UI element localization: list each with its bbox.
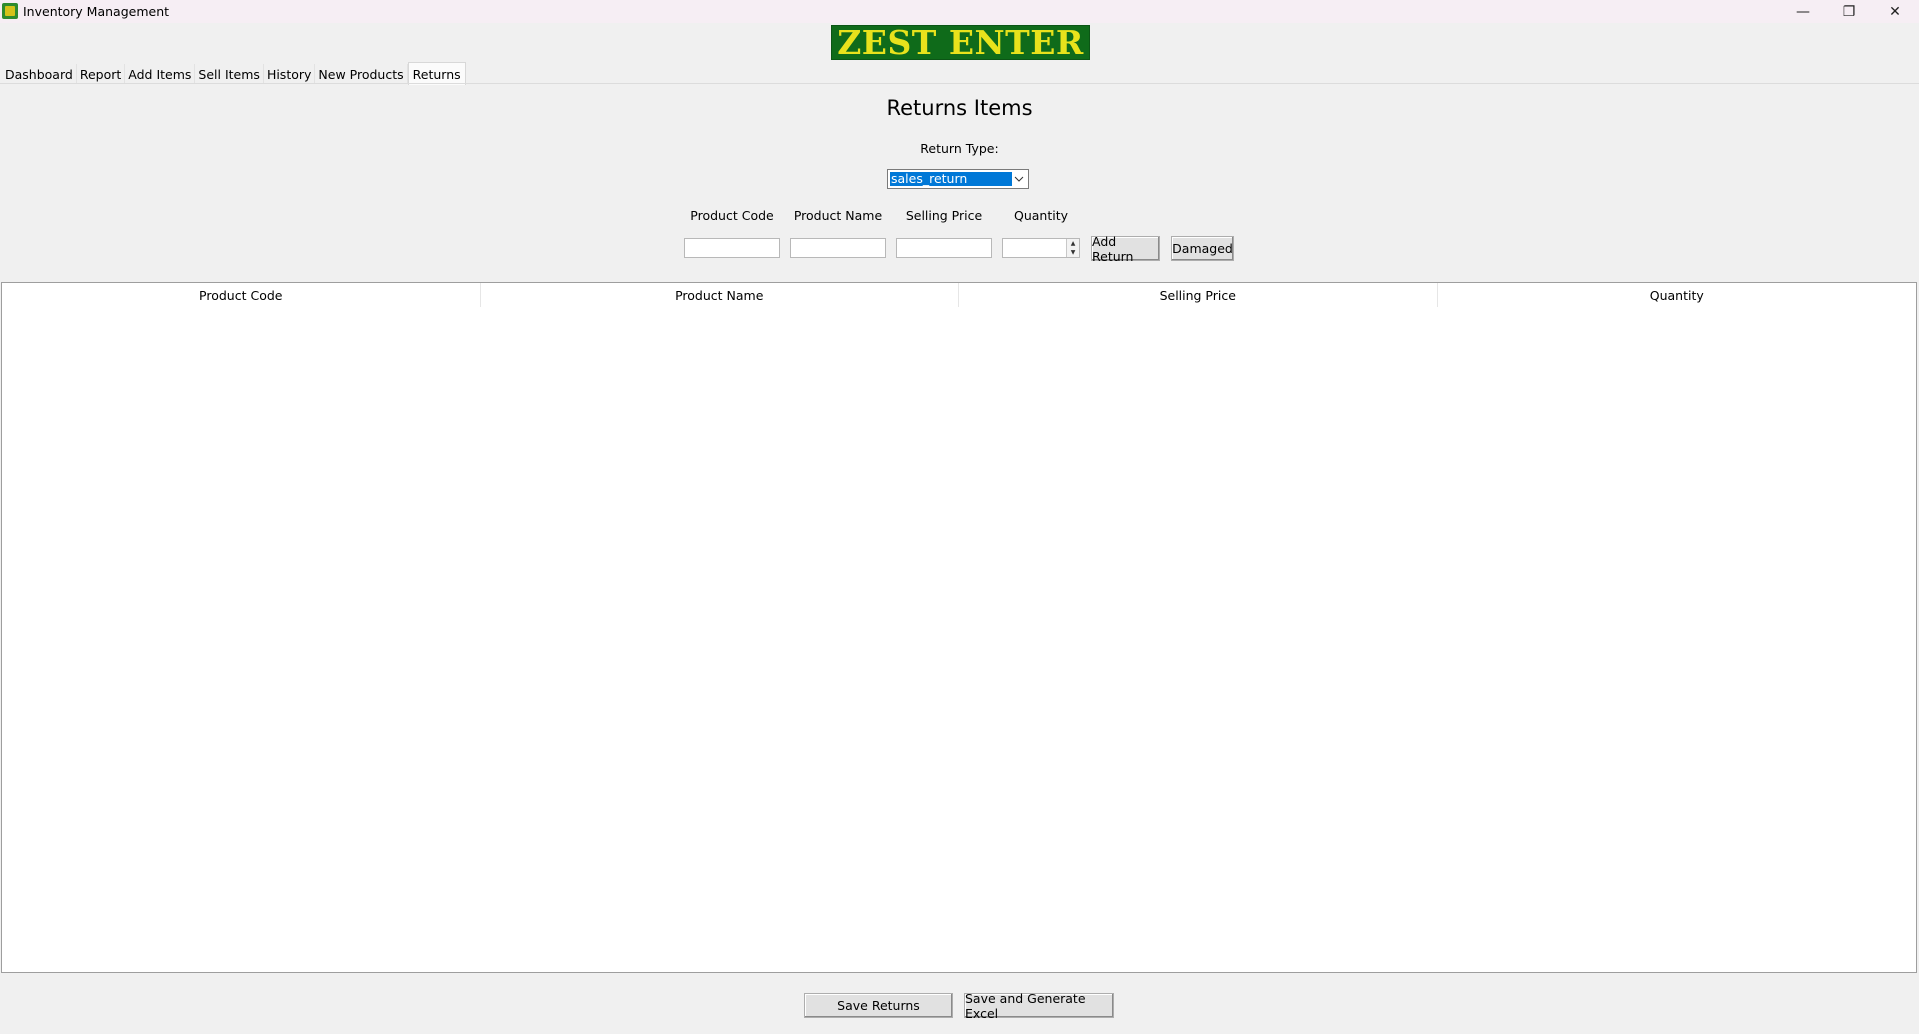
returns-table[interactable]: Product Code Product Name Selling Price … bbox=[1, 282, 1917, 973]
save-returns-button[interactable]: Save Returns bbox=[804, 993, 953, 1018]
product-code-input[interactable] bbox=[684, 238, 780, 258]
selling-price-input[interactable] bbox=[896, 238, 992, 258]
stepper-down-icon[interactable]: ▼ bbox=[1067, 248, 1079, 257]
column-header-product-code[interactable]: Product Code bbox=[2, 283, 481, 307]
product-code-label: Product Code bbox=[690, 208, 774, 223]
brand-logo: ZEST ENTER bbox=[831, 25, 1090, 60]
table-header: Product Code Product Name Selling Price … bbox=[2, 283, 1916, 307]
column-header-product-name[interactable]: Product Name bbox=[481, 283, 959, 307]
return-type-select[interactable]: sales_return bbox=[887, 169, 1029, 189]
product-name-label: Product Name bbox=[793, 208, 883, 223]
close-button[interactable]: ✕ bbox=[1872, 0, 1918, 23]
return-type-value: sales_return bbox=[890, 172, 1012, 186]
tab-report[interactable]: Report bbox=[77, 64, 126, 84]
return-type-label: Return Type: bbox=[920, 141, 999, 156]
column-header-quantity[interactable]: Quantity bbox=[1438, 283, 1917, 307]
maximize-button[interactable]: ❐ bbox=[1826, 0, 1872, 23]
quantity-label: Quantity bbox=[1013, 208, 1069, 223]
damaged-button[interactable]: Damaged bbox=[1171, 236, 1234, 261]
tab-divider bbox=[0, 83, 1919, 84]
column-header-selling-price[interactable]: Selling Price bbox=[959, 283, 1438, 307]
page-title: Returns Items bbox=[886, 96, 1033, 120]
chevron-down-icon[interactable] bbox=[1012, 171, 1026, 187]
tab-history[interactable]: History bbox=[264, 64, 316, 84]
quantity-stepper-buttons: ▲ ▼ bbox=[1066, 239, 1079, 257]
quantity-stepper[interactable]: ▲ ▼ bbox=[1002, 238, 1080, 258]
tab-returns[interactable]: Returns bbox=[407, 62, 466, 85]
minimize-button[interactable]: — bbox=[1780, 0, 1826, 23]
stepper-up-icon[interactable]: ▲ bbox=[1067, 239, 1079, 248]
save-generate-excel-button[interactable]: Save and Generate Excel bbox=[964, 991, 1114, 1021]
add-return-button[interactable]: Add Return bbox=[1091, 234, 1160, 264]
title-bar: Inventory Management — ❐ ✕ bbox=[0, 0, 1919, 23]
tab-bar: Dashboard Report Add Items Sell Items Hi… bbox=[2, 62, 466, 85]
tab-add-items[interactable]: Add Items bbox=[125, 64, 196, 84]
selling-price-label: Selling Price bbox=[905, 208, 983, 223]
tab-new-products[interactable]: New Products bbox=[315, 64, 408, 84]
app-window: Inventory Management — ❐ ✕ ZEST ENTER Da… bbox=[0, 0, 1919, 1034]
product-name-input[interactable] bbox=[790, 238, 886, 258]
window-title: Inventory Management bbox=[23, 4, 170, 19]
tab-dashboard[interactable]: Dashboard bbox=[2, 64, 77, 84]
app-icon bbox=[2, 3, 18, 19]
tab-sell-items[interactable]: Sell Items bbox=[195, 64, 264, 84]
